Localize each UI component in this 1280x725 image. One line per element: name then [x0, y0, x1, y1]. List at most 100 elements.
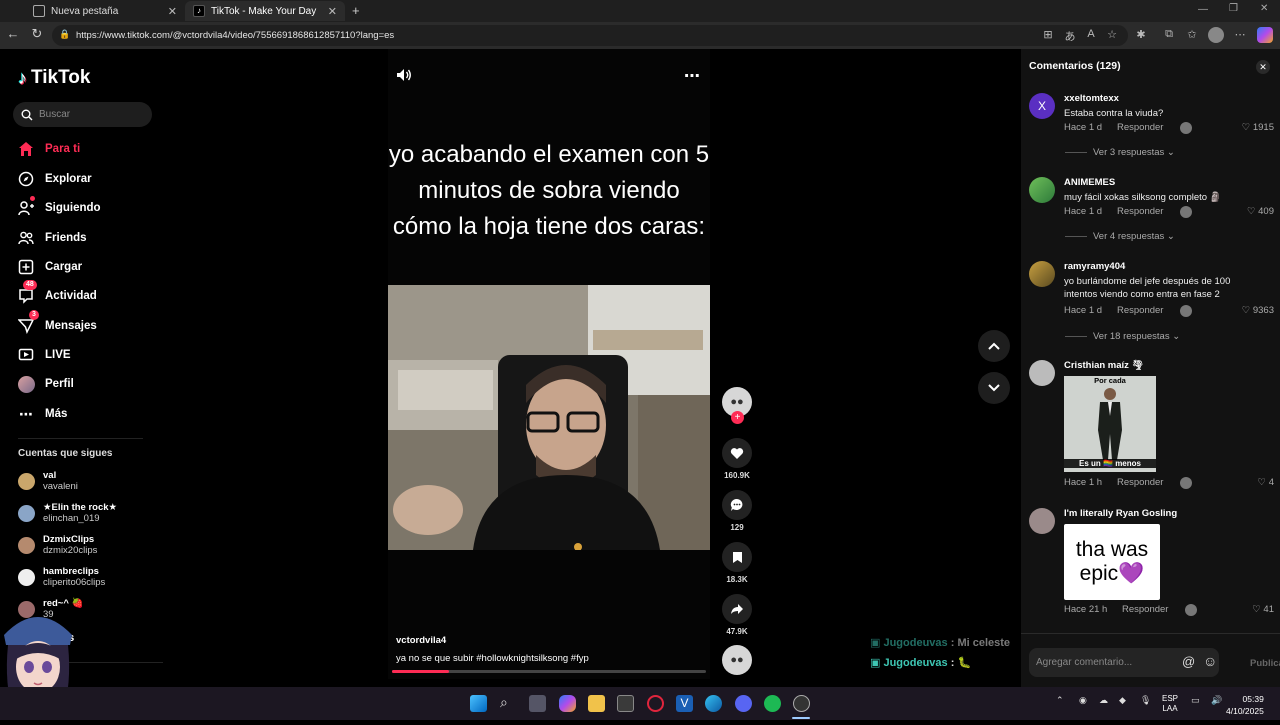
- avatar[interactable]: [1029, 508, 1055, 534]
- nav-perfil[interactable]: Perfil: [17, 375, 74, 393]
- vegas-icon[interactable]: V: [676, 695, 693, 712]
- reply-button[interactable]: Responder: [1122, 604, 1168, 615]
- avatar[interactable]: X: [1029, 93, 1055, 119]
- nav-cargar[interactable]: Cargar: [17, 258, 82, 276]
- nav-para-ti[interactable]: Para ti: [17, 140, 80, 158]
- view-replies-button[interactable]: Ver 4 respuestas ⌄: [1065, 231, 1175, 242]
- window-close-icon[interactable]: ✕: [1260, 3, 1268, 14]
- comment-user[interactable]: ANIMEMES: [1064, 177, 1115, 188]
- spotify-icon[interactable]: [764, 695, 781, 712]
- translate-icon[interactable]: あ: [1063, 28, 1077, 44]
- tab-new-tab[interactable]: Nueva pestaña ✕: [25, 1, 185, 21]
- search-icon[interactable]: ⌕: [500, 694, 508, 711]
- following-account[interactable]: val vavaleni: [18, 470, 78, 492]
- close-comments-icon[interactable]: ✕: [1256, 60, 1270, 74]
- discord-tray-icon[interactable]: ◉: [1079, 695, 1087, 706]
- following-account[interactable]: ★Elin the rock★ elinchan_019: [18, 502, 117, 524]
- following-account[interactable]: DzmixClips dzmix20clips: [18, 534, 97, 556]
- save-button[interactable]: 18.3K: [722, 542, 752, 584]
- app-tray-icon[interactable]: ◆: [1119, 695, 1126, 706]
- avatar[interactable]: [1029, 360, 1055, 386]
- close-icon[interactable]: ✕: [328, 5, 337, 18]
- display-tray-icon[interactable]: ▭: [1191, 695, 1200, 706]
- windows-start-icon[interactable]: [470, 695, 487, 712]
- favorite-icon[interactable]: ☆: [1105, 28, 1119, 41]
- comment-user[interactable]: xxeltomtexx: [1064, 93, 1119, 104]
- creator-avatar-button[interactable]: ●● +: [722, 387, 752, 424]
- discord-icon[interactable]: [735, 695, 752, 712]
- publish-button[interactable]: Publicar: [1250, 658, 1280, 669]
- nav-live[interactable]: LIVE: [17, 346, 71, 364]
- like-button[interactable]: 160.9K: [722, 438, 752, 480]
- store-icon[interactable]: [617, 695, 634, 712]
- profile-avatar-icon[interactable]: [1208, 27, 1224, 43]
- favorites-icon[interactable]: ✩: [1185, 28, 1199, 41]
- tray-chevron-icon[interactable]: ⌃: [1056, 695, 1064, 706]
- view-replies-button[interactable]: Ver 3 respuestas ⌄: [1065, 147, 1175, 158]
- nav-mensajes[interactable]: Mensajes 3: [17, 310, 97, 335]
- reply-button[interactable]: Responder: [1117, 477, 1163, 488]
- task-view-icon[interactable]: [529, 695, 546, 712]
- microphone-tray-icon[interactable]: 🎙: [1140, 695, 1151, 706]
- nav-actividad[interactable]: Actividad 48: [17, 280, 97, 305]
- maximize-icon[interactable]: ❐: [1229, 3, 1238, 14]
- copilot-icon[interactable]: [1257, 27, 1273, 43]
- volume-tray-icon[interactable]: 🔊: [1211, 695, 1222, 706]
- menu-icon[interactable]: ⋯: [1233, 28, 1247, 41]
- extensions-icon[interactable]: ✱: [1134, 28, 1148, 41]
- share-button[interactable]: 47.9K: [722, 594, 752, 636]
- reload-icon[interactable]: ↻: [28, 26, 46, 42]
- edge-icon[interactable]: [705, 695, 722, 712]
- like-comment-button[interactable]: ♡ 9363: [1242, 305, 1274, 316]
- comment-sticker-image[interactable]: Por cada Es un 🏳️‍🌈 menos: [1064, 376, 1156, 472]
- url-field[interactable]: 🔒 https://www.tiktok.com/@vctordvila4/vi…: [52, 25, 1128, 46]
- nav-friends[interactable]: Friends: [17, 229, 87, 247]
- copilot-icon[interactable]: [559, 695, 576, 712]
- file-explorer-icon[interactable]: [588, 695, 605, 712]
- reply-button[interactable]: Responder: [1117, 122, 1163, 133]
- previous-video-button[interactable]: [978, 330, 1010, 362]
- view-replies-button[interactable]: Ver 18 respuestas ⌄: [1065, 331, 1180, 342]
- language-indicator[interactable]: ESP LAA: [1162, 694, 1178, 714]
- like-comment-button[interactable]: ♡ 4: [1258, 477, 1274, 488]
- avatar[interactable]: [1029, 261, 1055, 287]
- avatar[interactable]: [1029, 177, 1055, 203]
- new-tab-button[interactable]: +: [352, 3, 360, 18]
- volume-icon[interactable]: [396, 68, 412, 85]
- opera-icon[interactable]: [647, 695, 664, 712]
- cloud-tray-icon[interactable]: ☁: [1099, 695, 1108, 706]
- music-disc-button[interactable]: ●●: [722, 645, 752, 675]
- nav-siguiendo[interactable]: Siguiendo: [17, 196, 101, 217]
- comment-sticker-image[interactable]: tha was epic💜: [1064, 524, 1160, 600]
- apps-icon[interactable]: ⊞: [1041, 28, 1055, 41]
- next-video-button[interactable]: [978, 372, 1010, 404]
- obs-icon[interactable]: [793, 695, 810, 712]
- tiktok-logo[interactable]: ♪ TikTok: [18, 67, 90, 89]
- video-options-icon[interactable]: ⋯: [684, 66, 700, 86]
- reply-button[interactable]: Responder: [1117, 305, 1163, 316]
- emoji-icon[interactable]: ☺: [1203, 653, 1217, 669]
- taskbar-clock[interactable]: 05:39 4/10/2025: [1226, 693, 1264, 717]
- like-comment-button[interactable]: ♡ 1915: [1242, 122, 1274, 133]
- close-icon[interactable]: ✕: [168, 5, 177, 18]
- video-author[interactable]: vctordvila4: [396, 635, 446, 646]
- read-aloud-icon[interactable]: A: [1084, 28, 1098, 40]
- tab-tiktok[interactable]: ♪ TikTok - Make Your Day ✕: [185, 1, 345, 21]
- split-icon[interactable]: ⧉: [1162, 28, 1176, 41]
- follow-plus-icon[interactable]: +: [731, 411, 744, 424]
- reply-button[interactable]: Responder: [1117, 206, 1163, 217]
- video-progress-bar[interactable]: [392, 670, 706, 673]
- like-comment-button[interactable]: ♡ 41: [1252, 604, 1274, 615]
- back-icon[interactable]: ←: [4, 26, 22, 41]
- comment-button[interactable]: 129: [722, 490, 752, 532]
- nav-explorar[interactable]: Explorar: [17, 170, 92, 188]
- minimize-icon[interactable]: —: [1198, 4, 1208, 15]
- mention-icon[interactable]: @: [1182, 654, 1195, 669]
- comment-user[interactable]: Cristhian maíz 🌪: [1064, 360, 1144, 371]
- comment-user[interactable]: I'm literally Ryan Gosling: [1064, 508, 1177, 519]
- nav-mas[interactable]: ⋯ Más: [17, 405, 67, 423]
- comment-user[interactable]: ramyramy404: [1064, 261, 1125, 272]
- following-account[interactable]: hambreclips cliperito06clips: [18, 566, 105, 588]
- search-input[interactable]: Buscar: [13, 102, 152, 127]
- like-comment-button[interactable]: ♡ 409: [1247, 206, 1274, 217]
